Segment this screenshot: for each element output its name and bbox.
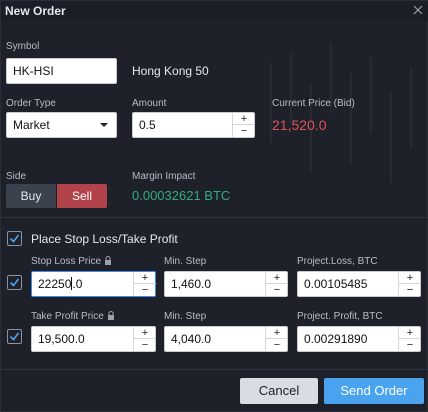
symbol-input[interactable]: HK-HSI	[6, 58, 117, 84]
amount-stepper-buttons: + −	[232, 113, 255, 137]
stop-loss-min-step-label: Min. Step	[164, 256, 207, 267]
stop-loss-price-value: 22250.0	[38, 272, 82, 296]
footer-divider	[1, 369, 428, 370]
stop-loss-price-decrement-button[interactable]: −	[134, 284, 156, 296]
projected-loss-stepper-buttons: + −	[398, 272, 421, 296]
new-order-dialog: New Order Symbol HK-HSI Hong Kong 50 Ord…	[0, 0, 428, 412]
amount-stepper[interactable]: 0.5 + −	[132, 112, 255, 138]
amount-label: Amount	[132, 98, 167, 109]
amount-decrement-button[interactable]: −	[233, 125, 255, 137]
take-profit-price-increment-button[interactable]: +	[134, 327, 156, 339]
stop-loss-price-stepper[interactable]: 22250.0 + −	[31, 271, 156, 297]
stop-loss-checkbox[interactable]	[7, 275, 22, 290]
take-profit-min-step-label: Min. Step	[164, 311, 207, 322]
projected-profit-label: Project. Profit, BTC	[297, 311, 383, 322]
order-type-label: Order Type	[6, 98, 56, 109]
stop-loss-min-step-value: 1,460.0	[171, 277, 212, 291]
projected-loss-value: 0.00105485	[304, 277, 368, 291]
stop-loss-min-step-stepper[interactable]: 1,460.0 + −	[164, 271, 288, 297]
current-price-value: 21,520.0	[272, 117, 327, 133]
take-profit-price-stepper-buttons: + −	[133, 327, 156, 351]
projected-loss-decrement-button[interactable]: −	[399, 284, 421, 296]
take-profit-price-label-text: Take Profit Price	[31, 311, 104, 322]
current-price-label: Current Price (Bid)	[272, 98, 355, 109]
side-label: Side	[6, 171, 27, 182]
sell-button[interactable]: Sell	[57, 184, 107, 208]
take-profit-min-step-decrement-button[interactable]: −	[266, 339, 288, 351]
order-type-value: Market	[13, 118, 50, 132]
check-icon	[9, 234, 20, 243]
stop-loss-min-step-stepper-buttons: + −	[265, 272, 288, 296]
stop-loss-price-value-after-cursor: .0	[72, 277, 83, 291]
send-order-button[interactable]: Send Order	[324, 378, 424, 404]
close-icon	[413, 5, 423, 15]
amount-increment-button[interactable]: +	[233, 113, 255, 125]
take-profit-min-step-stepper-buttons: + −	[265, 327, 288, 351]
take-profit-price-stepper[interactable]: 19,500.0 + −	[31, 326, 156, 352]
stop-loss-price-value-before-cursor: 22250	[38, 277, 72, 291]
close-button[interactable]	[411, 3, 425, 17]
take-profit-min-step-stepper[interactable]: 4,040.0 + −	[164, 326, 288, 352]
order-type-select[interactable]: Market	[6, 112, 117, 138]
projected-profit-decrement-button[interactable]: −	[399, 339, 421, 351]
projected-profit-stepper-buttons: + −	[398, 327, 421, 351]
chevron-down-icon	[100, 123, 108, 127]
stop-loss-min-step-decrement-button[interactable]: −	[266, 284, 288, 296]
buy-button[interactable]: Buy	[6, 184, 56, 208]
dialog-title: New Order	[5, 4, 66, 18]
take-profit-price-value: 19,500.0	[38, 332, 85, 346]
projected-profit-stepper[interactable]: 0.00291890 + −	[297, 326, 421, 352]
lock-icon	[104, 256, 112, 265]
take-profit-price-label: Take Profit Price	[31, 311, 115, 322]
stop-loss-min-step-increment-button[interactable]: +	[266, 272, 288, 284]
take-profit-price-decrement-button[interactable]: −	[134, 339, 156, 351]
sltp-checkbox[interactable]	[7, 231, 22, 246]
cancel-button[interactable]: Cancel	[240, 378, 318, 404]
projected-profit-value: 0.00291890	[304, 332, 368, 346]
stop-loss-price-label-text: Stop Loss Price	[31, 256, 102, 267]
lock-icon	[107, 311, 115, 320]
take-profit-min-step-value: 4,040.0	[171, 332, 212, 346]
amount-value: 0.5	[139, 118, 156, 132]
stop-loss-price-stepper-buttons: + −	[133, 272, 156, 296]
symbol-name: Hong Kong 50	[132, 64, 209, 78]
sltp-label: Place Stop Loss/Take Profit	[31, 232, 178, 246]
symbol-label: Symbol	[6, 41, 40, 52]
projected-profit-increment-button[interactable]: +	[399, 327, 421, 339]
projected-loss-increment-button[interactable]: +	[399, 272, 421, 284]
title-bar: New Order	[1, 1, 428, 21]
stop-loss-price-label: Stop Loss Price	[31, 256, 112, 267]
projected-loss-label: Project.Loss, BTC	[297, 256, 378, 267]
take-profit-checkbox[interactable]	[7, 329, 22, 344]
projected-loss-stepper[interactable]: 0.00105485 + −	[297, 271, 421, 297]
margin-impact-value: 0.00032621 BTC	[132, 188, 231, 203]
symbol-value: HK-HSI	[13, 64, 54, 78]
check-icon	[9, 278, 20, 287]
take-profit-min-step-increment-button[interactable]: +	[266, 327, 288, 339]
margin-impact-label: Margin Impact	[132, 171, 196, 182]
stop-loss-price-increment-button[interactable]: +	[134, 272, 156, 284]
section-divider	[1, 217, 428, 218]
check-icon	[9, 332, 20, 341]
